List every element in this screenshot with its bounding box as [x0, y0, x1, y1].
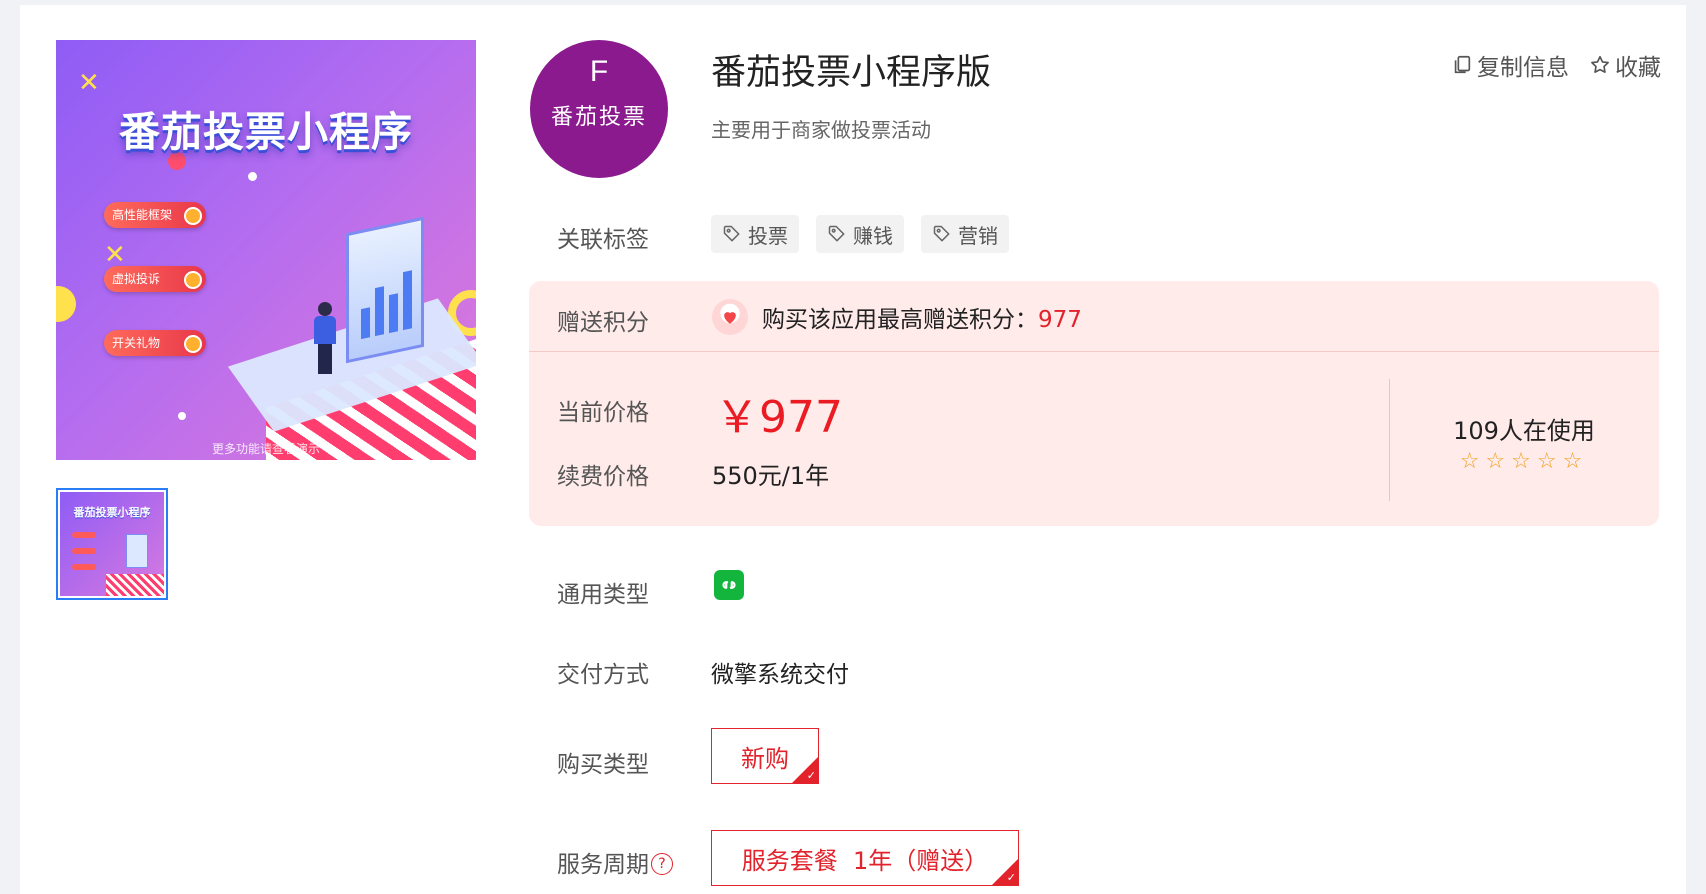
- users-count: 109人在使用: [1453, 417, 1595, 445]
- tag-label: 投票: [748, 223, 788, 248]
- tag-label: 赚钱: [853, 223, 893, 248]
- poster-feature: 虚拟投诉: [104, 266, 206, 292]
- service-option-label: 服务套餐 1年（赠送）: [741, 846, 989, 875]
- current-price-label: 当前价格: [557, 400, 649, 426]
- decor-person: [314, 302, 336, 374]
- favorite-label: 收藏: [1615, 55, 1661, 81]
- poster-feature: 开关礼物: [104, 330, 206, 356]
- star-icon: [1591, 55, 1609, 73]
- rating-stars: ☆☆☆☆☆: [1459, 449, 1589, 474]
- decor-dot: [56, 286, 76, 322]
- top-actions: 复制信息 收藏: [1451, 48, 1661, 82]
- poster-feature: 高性能框架: [104, 202, 206, 228]
- delivery-label: 交付方式: [557, 662, 649, 688]
- poster-title: 番茄投票小程序: [119, 108, 413, 156]
- gem-icon: [712, 299, 748, 335]
- tag-icon: [723, 225, 740, 242]
- points-value: 977: [1038, 307, 1082, 333]
- tag-item[interactable]: 赚钱: [816, 215, 904, 253]
- product-logo: F 番茄投票: [530, 40, 668, 178]
- decor-dot: [248, 172, 257, 181]
- main-product-image: ✕ ✕ 番茄投票小程序 高性能框架 虚拟投诉 开关礼物 更多功能请查看演示: [56, 40, 476, 460]
- tag-list: 投票 赚钱 营销: [711, 215, 1009, 253]
- service-option[interactable]: 服务套餐 1年（赠送） ✓: [711, 830, 1019, 886]
- poster-footer: 更多功能请查看演示: [211, 442, 320, 456]
- delivery-value: 微擎系统交付: [711, 662, 849, 688]
- logo-letter: F: [589, 55, 609, 88]
- points-text: 购买该应用最高赠送积分：977: [762, 307, 1082, 333]
- tag-item[interactable]: 营销: [921, 215, 1009, 253]
- help-icon[interactable]: ?: [651, 853, 673, 875]
- favorite-button[interactable]: 收藏: [1589, 48, 1661, 82]
- points-label: 赠送积分: [557, 310, 649, 336]
- check-icon: ✓: [1006, 871, 1016, 884]
- service-period-label: 服务周期?: [557, 845, 673, 879]
- renew-price: 550元/1年: [712, 462, 830, 490]
- divider: [529, 351, 1659, 352]
- logo-text: 番茄投票: [550, 105, 647, 130]
- price-panel: 赠送积分 购买该应用最高赠送积分：977 当前价格 ￥977 续费价格 550元…: [529, 281, 1659, 526]
- thumbnail-title: 番茄投票小程序: [73, 506, 151, 519]
- decor-chart-board: [346, 216, 424, 364]
- decor-dot: [178, 412, 186, 420]
- miniprogram-icon: [714, 570, 744, 600]
- product-subtitle: 主要用于商家做投票活动: [711, 118, 931, 142]
- decor-x: ✕: [78, 68, 100, 98]
- tag-icon: [828, 225, 845, 242]
- purchase-option-new[interactable]: 新购 ✓: [711, 728, 819, 784]
- renew-price-label: 续费价格: [557, 464, 649, 490]
- product-title: 番茄投票小程序版: [711, 53, 992, 93]
- copy-info-label: 复制信息: [1477, 55, 1569, 81]
- gallery-thumbnail[interactable]: 番茄投票小程序: [56, 488, 168, 600]
- tags-label: 关联标签: [557, 227, 649, 253]
- copy-info-button[interactable]: 复制信息: [1451, 48, 1569, 82]
- copy-icon: [1454, 55, 1471, 74]
- general-type-label: 通用类型: [557, 582, 649, 608]
- check-icon: ✓: [806, 769, 816, 782]
- tag-item[interactable]: 投票: [711, 215, 799, 253]
- points-info: 购买该应用最高赠送积分：977: [712, 299, 1082, 335]
- tag-icon: [933, 225, 950, 242]
- purchase-type-label: 购买类型: [557, 752, 649, 778]
- thumbnail-image: 番茄投票小程序: [60, 492, 164, 596]
- purchase-option-label: 新购: [741, 744, 789, 773]
- tag-label: 营销: [958, 223, 998, 248]
- current-price: ￥977: [715, 392, 843, 443]
